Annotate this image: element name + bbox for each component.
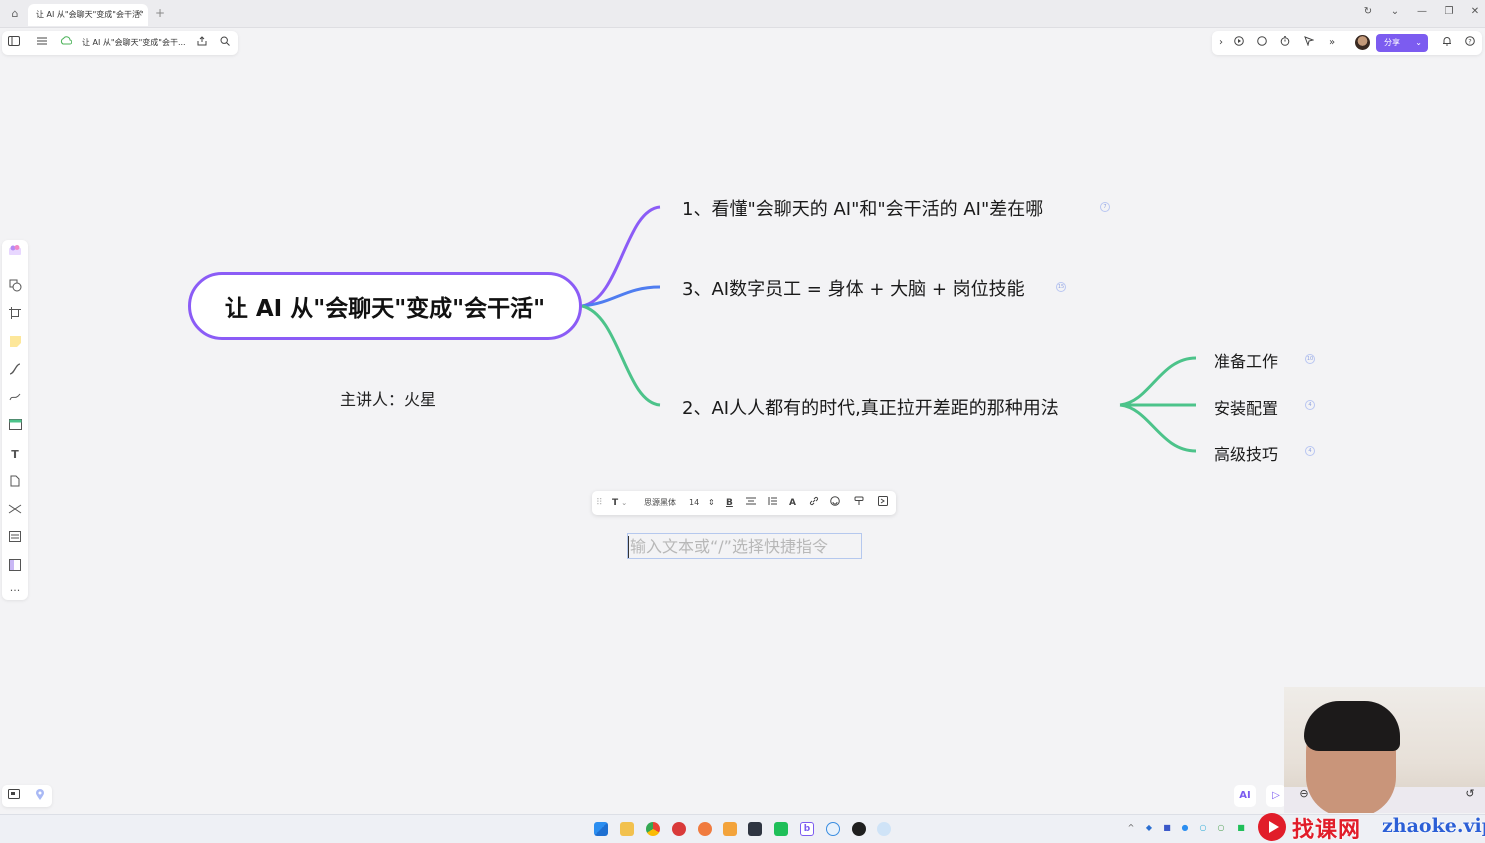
text-type-dropdown[interactable]: T ⌄ <box>612 496 627 510</box>
bold-icon[interactable]: B <box>726 496 733 510</box>
link-icon[interactable] <box>809 496 819 511</box>
branch-node-1[interactable]: 1、看懂"会聊天的 AI"和"会干活的 AI"差在哪 <box>682 195 1043 221</box>
text-format-toolbar: ⠿ T ⌄ 思源黑体 14 ⇕ B A <box>592 491 896 515</box>
connector-branch-2 <box>581 304 661 407</box>
watermark-play-icon <box>1258 813 1286 841</box>
webcam-overlay: ⊖ ↺ <box>1284 687 1485 813</box>
app-star-icon[interactable] <box>698 822 712 836</box>
root-node[interactable]: 让 AI 从"会聊天"变成"会干活" <box>188 272 582 340</box>
leaf-count-badge[interactable]: 4 <box>1305 400 1315 410</box>
wechat-icon[interactable] <box>774 822 788 836</box>
text-color-icon[interactable]: A <box>789 496 796 510</box>
tray-chevron-icon[interactable]: ^ <box>1126 823 1136 833</box>
app-light-icon[interactable] <box>877 822 891 836</box>
tray-feishu-icon[interactable]: ◆ <box>1144 823 1154 833</box>
leaf-count-badge[interactable]: 4 <box>1305 446 1315 456</box>
text-node-input[interactable] <box>627 533 862 559</box>
chevron-down-icon: ⌄ <box>621 499 628 507</box>
zoom-out-icon[interactable]: ⊖ <box>1296 787 1312 803</box>
leaf-count-badge[interactable]: 10 <box>1305 354 1315 364</box>
font-size-select[interactable]: 14 <box>689 496 699 510</box>
align-center-icon[interactable] <box>746 496 756 511</box>
mindmap-canvas[interactable]: 让 AI 从"会聊天"变成"会干活" 主讲人：火星 1、看懂"会聊天的 AI"和… <box>0 0 1485 843</box>
tray-shield-icon[interactable]: ■ <box>1162 823 1172 833</box>
leaf-node-install[interactable]: 安装配置 <box>1214 395 1278 419</box>
pointer-tool-button[interactable]: ▷ <box>1266 785 1286 807</box>
emoji-icon[interactable] <box>830 496 840 511</box>
tray-cloud-icon[interactable]: ○ <box>1198 823 1208 833</box>
bottom-left-controls <box>2 785 52 807</box>
file-explorer-icon[interactable] <box>620 822 634 836</box>
chrome-icon[interactable] <box>646 822 660 836</box>
tray-app-icon[interactable]: ● <box>1180 823 1190 833</box>
webcam-hair <box>1304 701 1400 751</box>
leaf-node-advanced[interactable]: 高级技巧 <box>1214 441 1278 465</box>
more-options-icon[interactable] <box>878 496 888 511</box>
watermark-url: zhaoke.vip <box>1382 815 1485 837</box>
mindmap-connectors <box>581 205 1197 453</box>
terminal-icon[interactable] <box>748 822 762 836</box>
boardmix-icon[interactable]: b <box>800 822 814 836</box>
leaf-node-prepare[interactable]: 准备工作 <box>1214 348 1278 372</box>
line-spacing-icon[interactable] <box>767 496 777 511</box>
reset-view-icon[interactable]: ↺ <box>1462 787 1478 803</box>
speaker-subtitle[interactable]: 主讲人：火星 <box>340 386 436 410</box>
netease-music-icon[interactable] <box>672 822 686 836</box>
site-watermark: 找课网 zhaoke.vip <box>1258 810 1485 843</box>
text-type-label: T <box>612 498 619 508</box>
text-caret <box>628 536 629 558</box>
ai-assistant-button[interactable]: AI <box>1234 785 1256 807</box>
start-icon[interactable] <box>594 822 608 836</box>
drag-handle-icon[interactable]: ⠿ <box>596 496 603 510</box>
connector-branch-1 <box>581 205 661 308</box>
tray-sync-icon[interactable]: ○ <box>1216 823 1226 833</box>
root-node-label: 让 AI 从"会聊天"变成"会干活" <box>224 296 546 322</box>
branch-count-badge[interactable]: 15 <box>1056 282 1066 292</box>
app-dark-icon[interactable] <box>852 822 866 836</box>
connector-branch-3 <box>581 285 661 308</box>
app-search-icon[interactable] <box>826 822 840 836</box>
font-family-select[interactable]: 思源黑体 <box>644 496 676 510</box>
branch-count-badge[interactable]: 7 <box>1100 202 1110 212</box>
font-size-stepper-icon[interactable]: ⇕ <box>708 496 715 510</box>
watermark-site-name: 找课网 <box>1292 818 1362 843</box>
branch-node-2[interactable]: 2、AI人人都有的时代,真正拉开差距的那种用法 <box>682 394 1059 420</box>
connector-leaf-3 <box>1119 403 1197 453</box>
format-painter-icon[interactable] <box>854 496 864 511</box>
minimap-icon[interactable] <box>7 789 21 803</box>
connector-leaf-1 <box>1119 356 1197 407</box>
app-orange-icon[interactable] <box>723 822 737 836</box>
location-icon[interactable] <box>33 789 47 803</box>
tray-wechat-icon[interactable]: ■ <box>1236 823 1246 833</box>
branch-node-3[interactable]: 3、AI数字员工 = 身体 + 大脑 + 岗位技能 <box>682 275 1025 301</box>
